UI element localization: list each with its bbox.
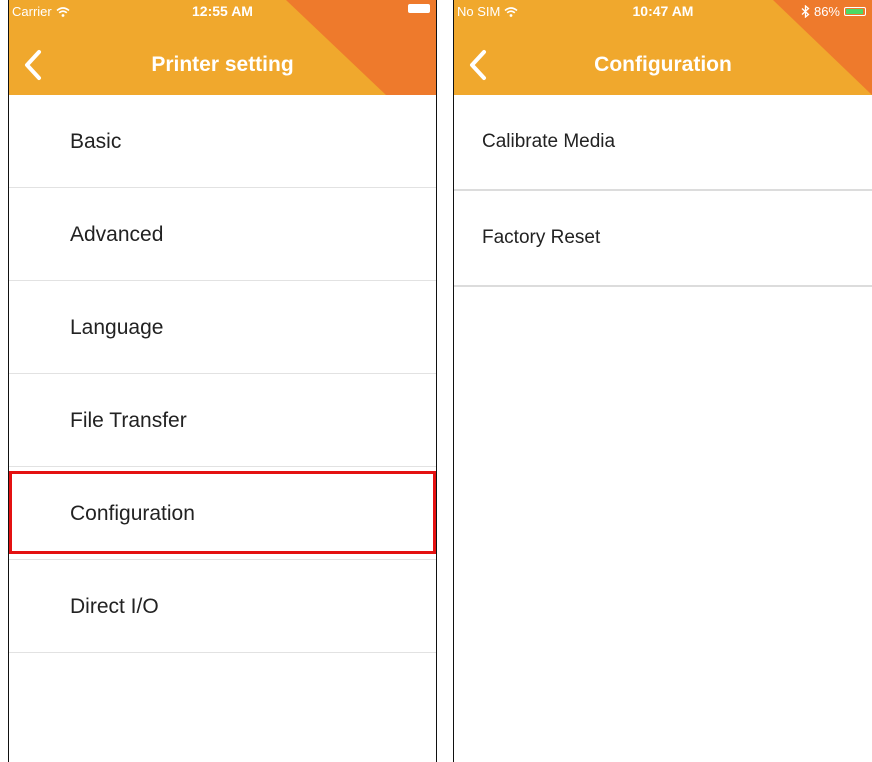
nav-bar: Configuration: [454, 40, 872, 90]
list-item-calibrate-media[interactable]: Calibrate Media: [454, 95, 872, 191]
nav-bar: Printer setting: [9, 40, 436, 90]
bluetooth-icon: [801, 5, 810, 18]
left-phone-screen: Carrier 12:55 AM Printer setting Basic A…: [8, 0, 437, 762]
header-bar: No SIM 10:47 AM 86% Configuration: [454, 0, 872, 95]
list-item-language[interactable]: Language: [9, 281, 436, 374]
list-item-advanced[interactable]: Advanced: [9, 188, 436, 281]
battery-icon: [408, 4, 430, 13]
battery-percent: 86%: [813, 4, 840, 19]
page-title: Configuration: [594, 53, 732, 76]
list-item-configuration[interactable]: Configuration: [9, 467, 436, 560]
settings-list: Basic Advanced Language File Transfer Co…: [9, 95, 436, 653]
battery-icon: [844, 7, 866, 16]
page-title: Printer setting: [151, 53, 294, 76]
right-phone-screen: No SIM 10:47 AM 86% Configuration Calibr…: [453, 0, 872, 762]
list-item-direct-io[interactable]: Direct I/O: [9, 560, 436, 653]
status-bar: Carrier 12:55 AM: [9, 0, 436, 22]
list-item-factory-reset[interactable]: Factory Reset: [454, 191, 872, 287]
list-item-file-transfer[interactable]: File Transfer: [9, 374, 436, 467]
header-bar: Carrier 12:55 AM Printer setting: [9, 0, 436, 95]
status-bar: No SIM 10:47 AM 86%: [454, 0, 872, 22]
list-item-basic[interactable]: Basic: [9, 95, 436, 188]
status-time: 12:55 AM: [192, 3, 253, 19]
configuration-list: Calibrate Media Factory Reset: [454, 95, 872, 287]
